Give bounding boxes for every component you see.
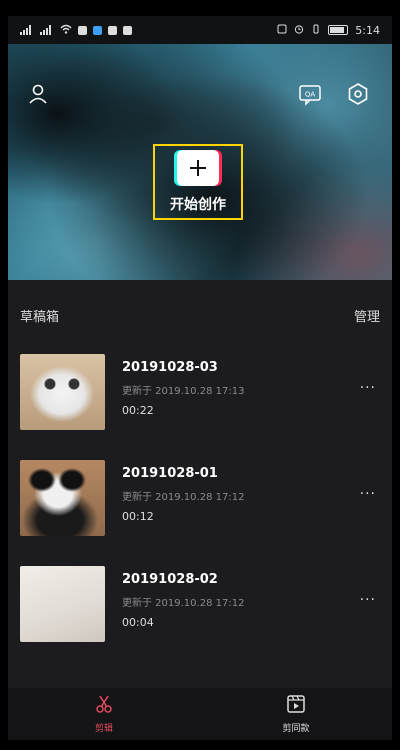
draft-item[interactable]: 20191028-03 更新于 2019.10.28 17:13 00:22 ·… [20, 354, 380, 434]
scissors-icon [94, 694, 114, 717]
qa-icon[interactable]: QA [298, 82, 322, 106]
user-icon[interactable] [26, 82, 50, 106]
chat-icon [123, 25, 132, 35]
hero-banner: QA 开始创作 [8, 44, 392, 280]
start-creation-label: 开始创作 [170, 197, 226, 213]
battery-icon [328, 25, 349, 35]
draft-thumbnail [20, 354, 105, 430]
tab-edit-label: 剪辑 [94, 724, 113, 734]
gear-icon[interactable] [346, 82, 370, 106]
drafts-title: 草稿箱 [20, 310, 60, 325]
tab-template[interactable]: 剪同款 [200, 688, 392, 740]
status-left [20, 24, 132, 37]
svg-text:QA: QA [305, 91, 316, 99]
more-options-icon[interactable]: ··· [360, 486, 376, 502]
draft-thumbnail [20, 460, 105, 536]
draft-name: 20191028-03 [122, 360, 218, 375]
nfc-icon [277, 24, 287, 37]
draft-name: 20191028-02 [122, 572, 218, 587]
app-screen: 5:14 QA 开始创作 草稿箱 管理 20191028-03 更新于 2019… [8, 16, 392, 740]
draft-updated: 更新于 2019.10.28 17:13 [122, 386, 245, 397]
status-right: 5:14 [277, 24, 380, 37]
notification-icon [78, 25, 87, 35]
vibrate-icon [311, 24, 321, 37]
ghost-icon [108, 25, 117, 35]
status-bar: 5:14 [8, 16, 392, 44]
draft-duration: 00:22 [122, 404, 154, 417]
start-creation-button[interactable]: 开始创作 [153, 144, 243, 220]
alarm-icon [294, 24, 304, 37]
bottom-tab-bar: 剪辑 剪同款 [8, 688, 392, 740]
draft-duration: 00:12 [122, 510, 154, 523]
tab-edit[interactable]: 剪辑 [8, 688, 200, 740]
template-clip-icon [286, 694, 306, 717]
manage-button[interactable]: 管理 [354, 306, 380, 325]
tab-template-label: 剪同款 [282, 724, 310, 734]
wifi-icon [60, 24, 72, 37]
draft-name: 20191028-01 [122, 466, 218, 481]
draft-item[interactable]: 20191028-01 更新于 2019.10.28 17:12 00:12 ·… [20, 460, 380, 540]
plus-icon [177, 150, 219, 186]
more-options-icon[interactable]: ··· [360, 592, 376, 608]
signal-2-icon [40, 25, 54, 35]
app-notification-icon [93, 25, 102, 35]
draft-updated: 更新于 2019.10.28 17:12 [122, 492, 245, 503]
status-time: 5:14 [355, 23, 380, 37]
draft-updated: 更新于 2019.10.28 17:12 [122, 598, 245, 609]
draft-item[interactable]: 20191028-02 更新于 2019.10.28 17:12 00:04 ·… [20, 566, 380, 646]
draft-thumbnail [20, 566, 105, 642]
signal-icon [20, 25, 34, 35]
drafts-header: 草稿箱 管理 [8, 306, 392, 325]
draft-duration: 00:04 [122, 616, 154, 629]
more-options-icon[interactable]: ··· [360, 380, 376, 396]
